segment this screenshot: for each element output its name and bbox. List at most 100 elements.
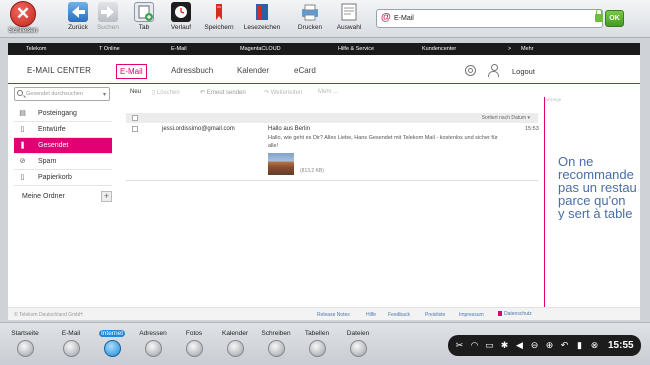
- volume-icon[interactable]: ◀: [514, 339, 525, 351]
- folder-gesendet[interactable]: ❚ Gesendet: [14, 138, 112, 154]
- forward-arrow-icon: ↷: [264, 90, 271, 96]
- wifi-icon[interactable]: ◠: [469, 339, 480, 351]
- copyright: © Telekom Deutschland GmbH: [14, 312, 83, 318]
- more-button[interactable]: Mehr ...: [318, 89, 338, 95]
- bluetooth-icon[interactable]: ✱: [499, 339, 510, 351]
- dock-tabellen[interactable]: Tabellen: [297, 330, 337, 357]
- undo-icon[interactable]: ↶: [559, 339, 570, 351]
- mail-icon: [62, 340, 80, 357]
- folder-spam[interactable]: ⊘ Spam: [14, 154, 112, 170]
- mail-row[interactable]: jessi.ordissimo@gmail.com Hallo aus Berl…: [126, 123, 539, 181]
- selection-icon: [339, 2, 359, 22]
- inbox-icon: ▤: [19, 110, 26, 117]
- address-bar[interactable]: @ E-Mail: [376, 9, 603, 28]
- footer-link-preisliste[interactable]: Preisliste: [425, 312, 445, 318]
- email-center-page: E-MAIL CENTER E-Mail Adressbuch Kalender…: [8, 55, 640, 320]
- address-text: E-Mail: [394, 15, 414, 22]
- nav-telekom[interactable]: Telekom: [26, 46, 46, 52]
- delete-button[interactable]: ▯ Löschen: [152, 89, 180, 96]
- selection-button[interactable]: Auswahl: [327, 2, 371, 36]
- zoom-in-icon[interactable]: ⊕: [544, 339, 555, 351]
- forward-mail-button[interactable]: ↷ Weiterleiten: [264, 89, 302, 96]
- user-icon[interactable]: [488, 64, 499, 77]
- telekom-nav: Telekom T Online E-Mail MagentaCLOUD Hil…: [8, 43, 640, 55]
- footer-link-datenschutz[interactable]: Datenschutz: [498, 311, 532, 317]
- tab-ecard[interactable]: eCard: [291, 64, 319, 77]
- dock-fotos[interactable]: Fotos: [174, 330, 214, 357]
- select-all-checkbox[interactable]: [132, 115, 138, 121]
- dock-internet[interactable]: Internet: [92, 330, 132, 357]
- status-bar: ✂ ◠ ▭ ✱ ◀ ⊖ ⊕ ↶ ▮ ⊗ 15:55: [448, 335, 641, 356]
- chevron-down-icon[interactable]: ▾: [103, 91, 106, 98]
- tab-email[interactable]: E-Mail: [116, 64, 147, 79]
- attachment-size: (813,2 KB): [300, 168, 324, 174]
- draft-icon: ▯: [20, 126, 25, 133]
- nav-t-online[interactable]: T Online: [99, 46, 120, 52]
- browser-toolbar: ✕ Schließen Zurück Suchen Tab Verlauf Sp…: [0, 0, 650, 38]
- dock-dateien[interactable]: Dateien: [338, 330, 378, 357]
- dock-kalender[interactable]: Kalender: [215, 330, 255, 357]
- forward-arrow-icon: [98, 2, 118, 22]
- meine-ordner: Meine Ordner +: [14, 190, 112, 204]
- tab-kalender[interactable]: Kalender: [234, 64, 272, 77]
- contacts-icon: [144, 340, 162, 357]
- nav-email[interactable]: E-Mail: [171, 46, 187, 52]
- logout-link[interactable]: Logout: [512, 67, 535, 76]
- bookmarks-button[interactable]: Lesezeichen: [240, 2, 284, 36]
- mail-subject: Hallo aus Berlin: [268, 126, 311, 132]
- dock-email[interactable]: E-Mail: [51, 330, 91, 357]
- ad-label: Anzeige: [545, 97, 562, 102]
- mail-checkbox[interactable]: [132, 126, 138, 132]
- new-tab-icon: [134, 2, 154, 22]
- search-placeholder: Gesendet durchsuchen: [26, 91, 83, 97]
- footer-link-release-notes[interactable]: Release Notes: [317, 312, 350, 318]
- chevron-down-icon: ▾: [527, 115, 530, 121]
- nav-magentacloud[interactable]: MagentaCLOUD: [240, 46, 281, 52]
- folder-entwuerfe[interactable]: ▯ Entwürfe: [14, 122, 112, 138]
- search-icon: [17, 90, 23, 96]
- battery-icon[interactable]: ▭: [484, 339, 495, 351]
- tools-icon[interactable]: ✂: [454, 339, 465, 351]
- at-sign-icon: @: [381, 12, 391, 23]
- sort-dropdown[interactable]: Sortiert nach Datum ▾: [482, 115, 530, 121]
- mail-recipient: jessi.ordissimo@gmail.com: [162, 126, 235, 132]
- nav-hilfe-service[interactable]: Hilfe & Service: [338, 46, 374, 52]
- globe-icon: [103, 340, 121, 357]
- calendar-icon: [226, 340, 244, 357]
- mail-preview: Hallo, wie geht es Dir? Alles Liebe, Han…: [268, 135, 498, 149]
- print-button[interactable]: Drucken: [288, 2, 332, 36]
- mail-list-header: Sortiert nach Datum ▾: [126, 113, 538, 123]
- save-bookmark-button[interactable]: Speichern: [197, 2, 241, 36]
- trash-icon[interactable]: ▮: [574, 339, 585, 351]
- ok-button[interactable]: OK: [605, 10, 624, 27]
- nav-kundencenter[interactable]: Kundencenter: [422, 46, 456, 52]
- search-input[interactable]: Gesendet durchsuchen ▾: [14, 87, 110, 101]
- header-divider: [8, 83, 640, 84]
- files-icon: [349, 340, 367, 357]
- tab-adressbuch[interactable]: Adressbuch: [168, 64, 216, 77]
- add-folder-button[interactable]: +: [101, 191, 112, 202]
- close-button[interactable]: ✕ Schließen: [2, 1, 44, 37]
- lifebuoy-icon[interactable]: ⊗: [589, 339, 600, 351]
- nav-mehr[interactable]: Mehr: [521, 46, 534, 52]
- folder-posteingang[interactable]: ▤ Posteingang: [14, 106, 112, 122]
- resend-button[interactable]: ↶ Erneut senden: [200, 89, 246, 96]
- spam-icon: ⊘: [19, 158, 26, 165]
- close-icon: ✕: [10, 1, 36, 27]
- dock-adressen[interactable]: Adressen: [133, 330, 173, 357]
- ad-divider: [544, 97, 545, 307]
- attachment-thumbnail[interactable]: [268, 153, 294, 175]
- zoom-out-icon[interactable]: ⊖: [529, 339, 540, 351]
- page-footer: © Telekom Deutschland GmbH Release Notes…: [8, 307, 640, 320]
- gear-icon[interactable]: [465, 65, 476, 76]
- dock-schreiben[interactable]: Schreiben: [256, 330, 296, 357]
- ad-banner[interactable]: On ne recommande pas un restau parce qu'…: [558, 155, 640, 220]
- bookmarks-book-icon: [252, 2, 272, 22]
- new-mail-button[interactable]: Neu: [130, 89, 141, 95]
- folder-papierkorb[interactable]: ▯ Papierkorb: [14, 170, 112, 186]
- dock-startseite[interactable]: Startseite: [5, 330, 45, 357]
- footer-link-feedback[interactable]: Feedback: [388, 312, 410, 318]
- mail-time: 15:53: [525, 126, 539, 132]
- footer-link-hilfe[interactable]: Hilfe: [366, 312, 376, 318]
- footer-link-impressum[interactable]: Impressum: [459, 312, 484, 318]
